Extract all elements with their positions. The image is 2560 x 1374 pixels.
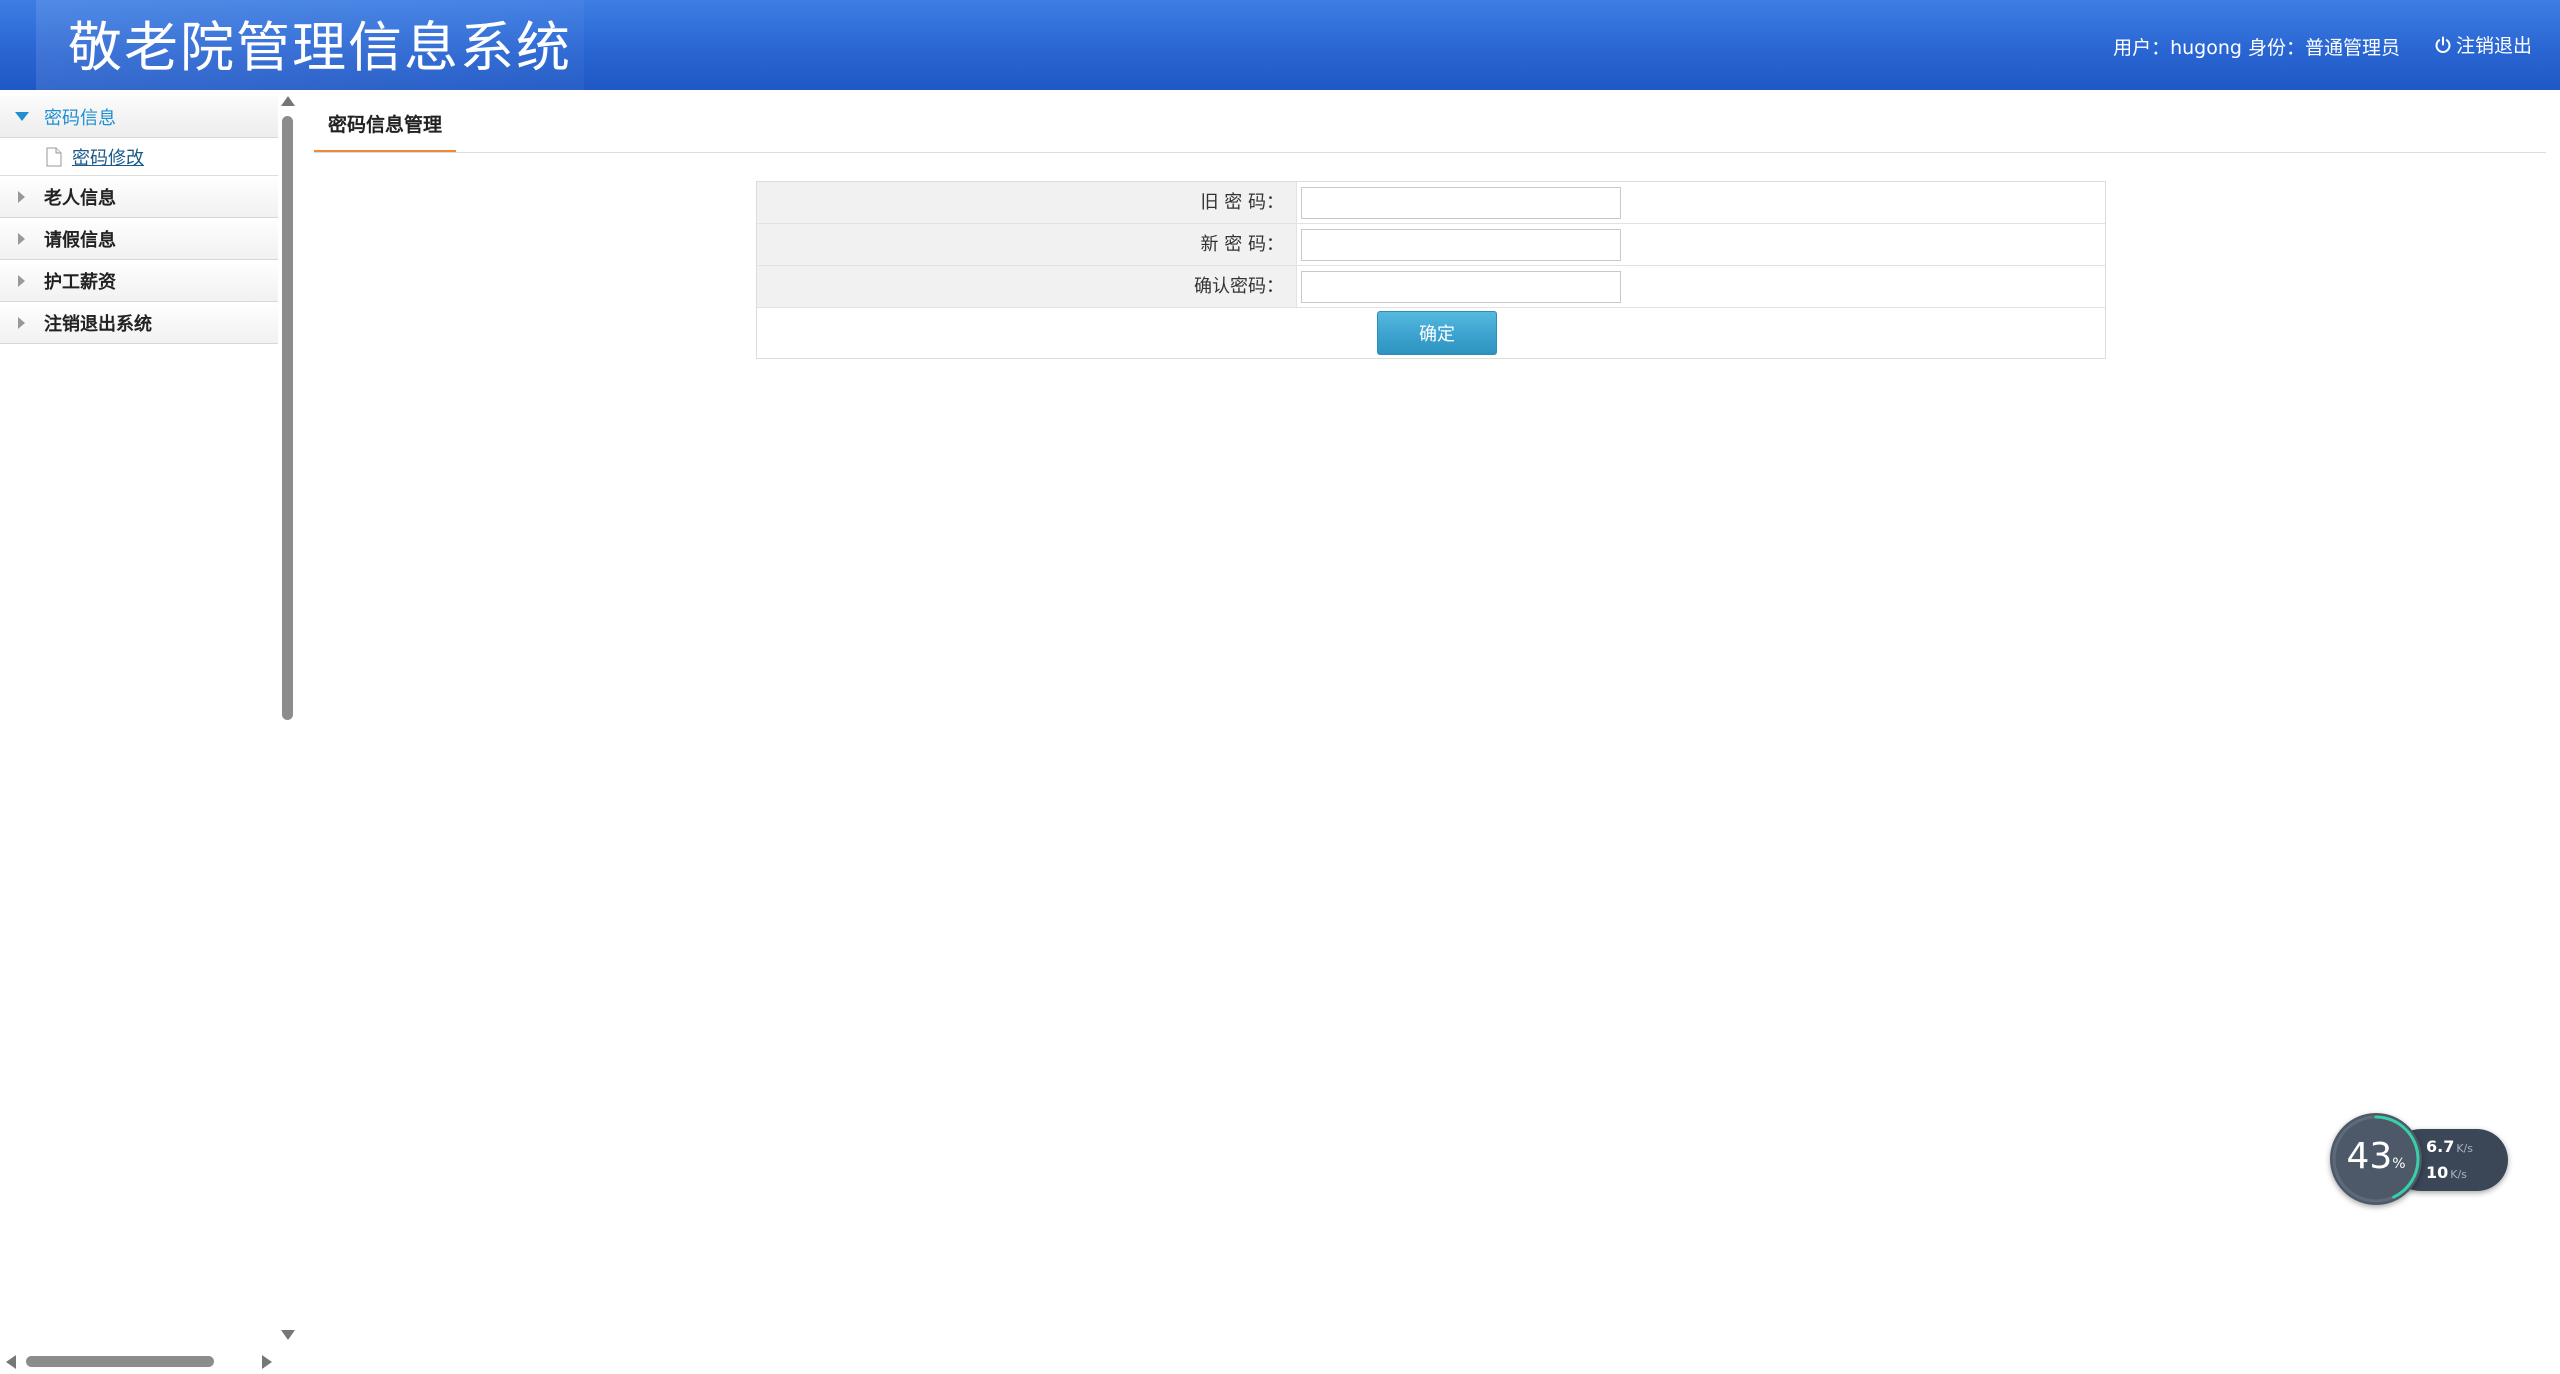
network-speed-widget[interactable]: 6.7 K/s 10 K/s 43% (2330, 1113, 2512, 1209)
menu-group-password-info[interactable]: 密码信息 (0, 96, 278, 138)
download-speed-row: 10 K/s (2404, 1163, 2467, 1182)
scrollbar-thumb[interactable] (282, 116, 293, 720)
old-password-label: 旧 密 码： (757, 182, 1297, 223)
logout-label: 注销退出 (2455, 35, 2532, 57)
confirm-password-input[interactable] (1301, 270, 1621, 303)
menu-group-label: 注销退出系统 (44, 313, 152, 335)
sidebar-menu: 密码信息 密码修改 老人信息 请假信息 护工薪资 注销退出系统 (0, 96, 278, 344)
menu-group-label: 密码信息 (44, 107, 116, 129)
new-password-input[interactable] (1301, 228, 1621, 261)
password-form: 旧 密 码： 新 密 码： 确认密码： 确定 (756, 181, 2106, 359)
caret-right-icon (0, 274, 44, 287)
upload-unit: K/s (2456, 1142, 2473, 1155)
scrollbar-thumb[interactable] (26, 1356, 214, 1367)
sidebar: 密码信息 密码修改 老人信息 请假信息 护工薪资 注销退出系统 (0, 90, 300, 1374)
download-unit: K/s (2450, 1168, 2467, 1181)
document-icon (46, 147, 62, 167)
logout-link[interactable]: 注销退出 (2434, 31, 2532, 58)
user-info: 用户：hugong 身份：普通管理员 (2113, 37, 2400, 59)
sidebar-horizontal-scrollbar[interactable] (4, 1354, 274, 1370)
app-title: 敬老院管理信息系统 (68, 16, 572, 79)
download-speed: 10 (2426, 1163, 2449, 1182)
tab-password-management[interactable]: 密码信息管理 (314, 96, 457, 152)
scroll-right-arrow-icon[interactable] (262, 1355, 272, 1369)
app-header: 敬老院管理信息系统 用户：hugong 身份：普通管理员 注销退出 (0, 0, 2560, 90)
scroll-left-arrow-icon[interactable] (6, 1355, 16, 1369)
menu-group-logout-system[interactable]: 注销退出系统 (0, 302, 278, 344)
scroll-down-arrow-icon[interactable] (281, 1330, 295, 1340)
caret-down-icon (0, 111, 44, 122)
power-icon (2434, 36, 2452, 54)
scroll-up-arrow-icon[interactable] (281, 96, 295, 106)
tab-bar: 密码信息管理 (314, 96, 2546, 153)
caret-right-icon (0, 190, 44, 203)
form-row-confirm-password: 确认密码： (757, 266, 2105, 308)
menu-group-elder-info[interactable]: 老人信息 (0, 176, 278, 218)
upload-speed: 6.7 (2426, 1137, 2455, 1156)
form-actions: 确定 (757, 308, 2105, 358)
menu-group-caregiver-salary[interactable]: 护工薪资 (0, 260, 278, 302)
sidebar-vertical-scrollbar[interactable] (280, 92, 296, 1342)
usage-percent-text: 43% (2330, 1137, 2422, 1184)
old-password-input[interactable] (1301, 186, 1621, 219)
form-row-old-password: 旧 密 码： (757, 182, 2105, 224)
caret-right-icon (0, 232, 44, 245)
usage-percent: 43 (2346, 1136, 2393, 1177)
menu-group-leave-info[interactable]: 请假信息 (0, 218, 278, 260)
new-password-label: 新 密 码： (757, 224, 1297, 265)
percent-sign: % (2392, 1156, 2406, 1172)
usage-gauge: 43% (2330, 1113, 2422, 1205)
caret-right-icon (0, 316, 44, 329)
menu-item-change-password[interactable]: 密码修改 (0, 138, 278, 176)
confirm-button[interactable]: 确定 (1377, 311, 1497, 355)
form-row-new-password: 新 密 码： (757, 224, 2105, 266)
confirm-password-label: 确认密码： (757, 266, 1297, 307)
menu-group-label: 护工薪资 (44, 271, 116, 293)
upload-speed-row: 6.7 K/s (2404, 1137, 2473, 1156)
menu-group-label: 请假信息 (44, 229, 116, 251)
main-content: 密码信息管理 旧 密 码： 新 密 码： 确认密码： 确定 (314, 96, 2546, 1356)
menu-item-link[interactable]: 密码修改 (72, 144, 144, 170)
menu-group-label: 老人信息 (44, 187, 116, 209)
